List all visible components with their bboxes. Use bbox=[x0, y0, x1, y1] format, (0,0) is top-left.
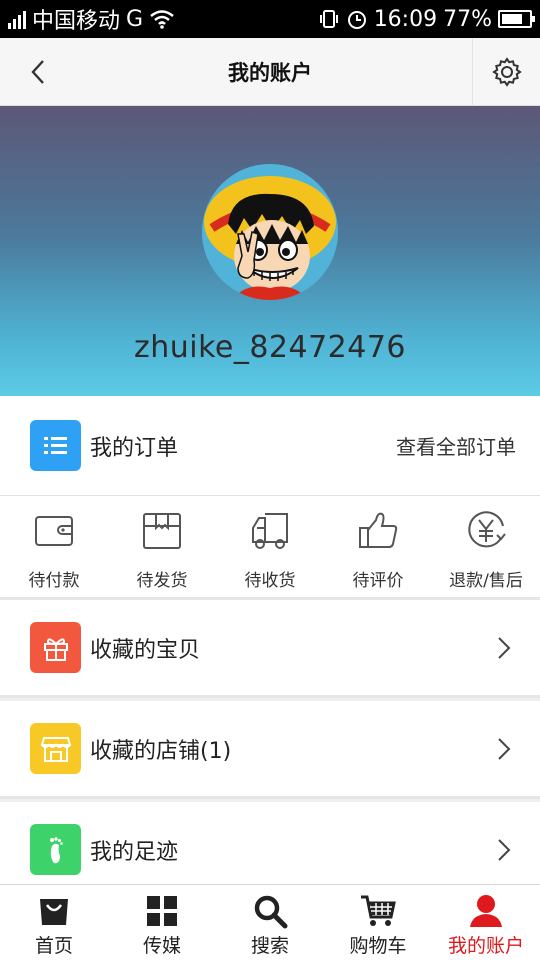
battery-icon bbox=[498, 10, 535, 28]
nav-bar: 我的账户 bbox=[0, 38, 540, 106]
status-time: 16:09 bbox=[373, 6, 438, 32]
order-status-bar: 待付款 待发货 待收货 待评价 退款/售后 bbox=[0, 496, 540, 600]
tab-my-account[interactable]: 我的账户 bbox=[432, 885, 540, 960]
avatar[interactable] bbox=[202, 164, 338, 300]
alarm-icon bbox=[347, 11, 366, 29]
store-icon bbox=[30, 723, 81, 774]
carrier-name: 中国移动 bbox=[32, 9, 121, 34]
cart-icon bbox=[361, 895, 396, 926]
order-state-pending-review[interactable]: 待评价 bbox=[324, 496, 432, 597]
orders-header[interactable]: 我的订单 查看全部订单 bbox=[0, 396, 540, 496]
battery-percent: 77% bbox=[443, 6, 492, 32]
favorite-stores-label: 收藏的店铺(1) bbox=[90, 738, 232, 764]
wallet-icon bbox=[35, 516, 73, 546]
footprints-label: 我的足迹 bbox=[90, 839, 179, 865]
page-title: 我的账户 bbox=[228, 60, 312, 85]
wifi-icon bbox=[150, 10, 174, 29]
tab-cart[interactable]: 购物车 bbox=[324, 885, 432, 960]
tab-home[interactable]: 首页 bbox=[0, 885, 108, 960]
order-state-label: 待评价 bbox=[352, 571, 404, 591]
tab-label: 首页 bbox=[34, 935, 73, 957]
order-state-pending-shipment[interactable]: 待发货 bbox=[108, 496, 216, 597]
order-state-pending-receipt[interactable]: 待收货 bbox=[216, 496, 324, 597]
back-button[interactable] bbox=[20, 54, 56, 90]
refund-yen-icon bbox=[468, 511, 506, 548]
username: zhuike_82472476 bbox=[133, 330, 407, 365]
signal-icon bbox=[8, 9, 26, 29]
favorite-items-row[interactable]: 收藏的宝贝 bbox=[0, 600, 540, 698]
tab-label: 传媒 bbox=[142, 935, 181, 957]
chevron-right-icon bbox=[498, 737, 511, 760]
grid-icon bbox=[147, 896, 177, 926]
package-icon bbox=[143, 513, 181, 549]
order-state-label: 待收货 bbox=[244, 571, 296, 591]
tab-label: 搜索 bbox=[250, 935, 289, 957]
tab-media[interactable]: 传媒 bbox=[108, 885, 216, 960]
shopping-bag-icon bbox=[40, 899, 68, 925]
view-all-orders-link[interactable]: 查看全部订单 bbox=[396, 431, 516, 460]
tab-label: 我的账户 bbox=[447, 935, 524, 957]
order-state-refund[interactable]: 退款/售后 bbox=[432, 496, 540, 597]
chevron-left-icon bbox=[31, 60, 44, 84]
chevron-right-icon bbox=[498, 838, 511, 861]
bottom-tab-bar: 首页 传媒 搜索 购物车 我的账户 bbox=[0, 884, 540, 960]
thumbs-up-icon bbox=[359, 512, 398, 548]
tab-search[interactable]: 搜索 bbox=[216, 885, 324, 960]
footprint-icon bbox=[30, 824, 81, 875]
search-icon bbox=[254, 895, 288, 929]
orders-title: 我的订单 bbox=[90, 435, 179, 461]
network-type: G bbox=[126, 6, 144, 32]
vibrate-icon bbox=[319, 10, 338, 28]
list-icon bbox=[30, 420, 81, 471]
order-state-label: 待付款 bbox=[28, 571, 80, 591]
settings-button[interactable] bbox=[472, 38, 540, 106]
gift-icon bbox=[30, 622, 81, 673]
favorite-stores-row[interactable]: 收藏的店铺(1) bbox=[0, 701, 540, 799]
profile-header: zhuike_82472476 bbox=[0, 106, 540, 396]
favorite-items-label: 收藏的宝贝 bbox=[90, 637, 201, 663]
user-icon bbox=[470, 895, 502, 927]
order-state-pending-payment[interactable]: 待付款 bbox=[0, 496, 108, 597]
tab-label: 购物车 bbox=[349, 935, 407, 957]
status-bar: 中国移动 G 16:09 77% bbox=[0, 0, 540, 38]
truck-icon bbox=[252, 513, 288, 549]
order-state-label: 待发货 bbox=[136, 571, 188, 591]
gear-icon bbox=[491, 57, 522, 87]
chevron-right-icon bbox=[498, 636, 511, 659]
order-state-label: 退款/售后 bbox=[449, 571, 523, 591]
